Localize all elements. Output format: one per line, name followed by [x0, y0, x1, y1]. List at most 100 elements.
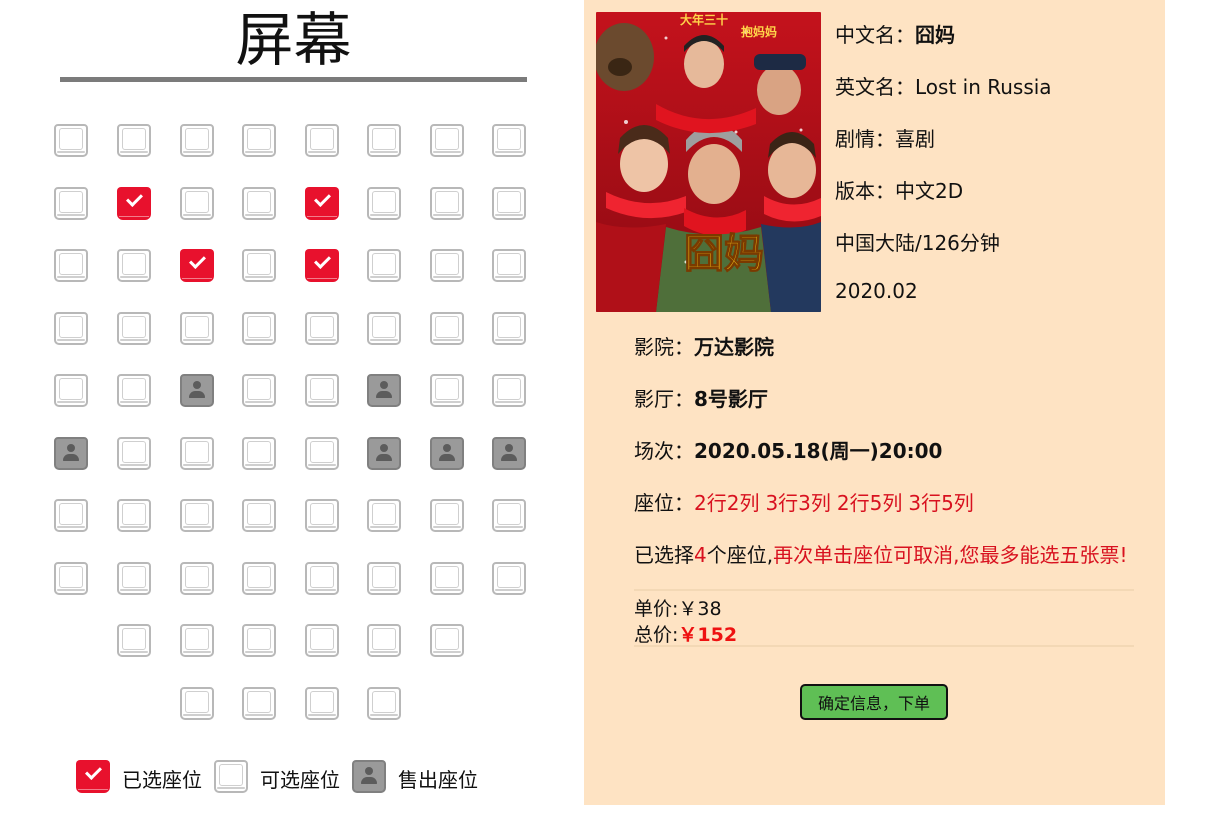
seat-r5-c1-available[interactable]	[54, 374, 88, 407]
seat-r4-c8-available[interactable]	[492, 312, 526, 345]
seat-r3-c6-available[interactable]	[367, 249, 401, 282]
seat-r10-c4-available[interactable]	[242, 687, 276, 720]
seat-r4-c3-available[interactable]	[180, 312, 214, 345]
seat-r1-c8-available[interactable]	[492, 124, 526, 157]
seat-r6-c3-available[interactable]	[180, 437, 214, 470]
selected-seat-2: 3行3列	[765, 491, 831, 515]
seat-r1-c7-available[interactable]	[430, 124, 464, 157]
seat-r6-c6-sold	[367, 437, 401, 470]
seat-r7-c7-available[interactable]	[430, 499, 464, 532]
seat-r9-c3-available[interactable]	[180, 624, 214, 657]
seats-label: 座位：	[634, 491, 694, 515]
seat-r2-c5-selected[interactable]	[305, 187, 339, 220]
seat-r9-c2-available[interactable]	[117, 624, 151, 657]
legend-available-label: 可选座位	[260, 768, 340, 792]
seat-r7-c8-available[interactable]	[492, 499, 526, 532]
seat-r1-c1-available[interactable]	[54, 124, 88, 157]
seat-r3-c4-available[interactable]	[242, 249, 276, 282]
seat-r2-c7-available[interactable]	[430, 187, 464, 220]
english-name-label: 英文名：	[835, 75, 915, 99]
seat-r5-c6-sold	[367, 374, 401, 407]
seat-r4-c5-available[interactable]	[305, 312, 339, 345]
seat-r7-c6-available[interactable]	[367, 499, 401, 532]
seat-r7-c5-available[interactable]	[305, 499, 339, 532]
seat-r8-c1-available[interactable]	[54, 562, 88, 595]
seat-r8-c4-available[interactable]	[242, 562, 276, 595]
seat-r8-c7-available[interactable]	[430, 562, 464, 595]
screen-line	[60, 77, 527, 82]
seat-r7-c4-available[interactable]	[242, 499, 276, 532]
session-label: 场次：	[634, 439, 694, 463]
total-price-label: 总价:	[634, 624, 679, 646]
seat-r3-c7-available[interactable]	[430, 249, 464, 282]
seat-r6-c5-available[interactable]	[305, 437, 339, 470]
movie-poster-image: 囧妈 大年三十 抱妈妈	[596, 12, 821, 312]
selection-count: 4	[694, 543, 707, 567]
total-price-value: ￥152	[678, 624, 738, 646]
seat-r6-c2-available[interactable]	[117, 437, 151, 470]
total-price-row: 总价:￥152	[634, 620, 737, 647]
seat-r2-c3-available[interactable]	[180, 187, 214, 220]
seat-r2-c4-available[interactable]	[242, 187, 276, 220]
seat-r2-c6-available[interactable]	[367, 187, 401, 220]
seat-r5-c8-available[interactable]	[492, 374, 526, 407]
seat-r8-c3-available[interactable]	[180, 562, 214, 595]
seat-r10-c5-available[interactable]	[305, 687, 339, 720]
seat-r8-c6-available[interactable]	[367, 562, 401, 595]
seat-r4-c1-available[interactable]	[54, 312, 88, 345]
seat-r2-c8-available[interactable]	[492, 187, 526, 220]
english-name-value: Lost in Russia	[915, 75, 1052, 99]
seat-r2-c2-selected[interactable]	[117, 187, 151, 220]
seat-r1-c6-available[interactable]	[367, 124, 401, 157]
chinese-name-row: 中文名：囧妈	[835, 19, 955, 48]
seat-r6-c4-available[interactable]	[242, 437, 276, 470]
seat-r3-c1-available[interactable]	[54, 249, 88, 282]
seat-r1-c5-available[interactable]	[305, 124, 339, 157]
price-divider-top	[634, 589, 1134, 591]
seat-r2-c1-available[interactable]	[54, 187, 88, 220]
available-seat-icon	[214, 760, 248, 793]
seat-r8-c8-available[interactable]	[492, 562, 526, 595]
version-row: 版本：中文2D	[835, 175, 963, 204]
seat-r10-c3-available[interactable]	[180, 687, 214, 720]
poster-corner-text: 抱妈妈	[741, 24, 777, 39]
seat-r1-c2-available[interactable]	[117, 124, 151, 157]
seat-r9-c5-available[interactable]	[305, 624, 339, 657]
seat-r3-c3-selected[interactable]	[180, 249, 214, 282]
seat-r3-c2-available[interactable]	[117, 249, 151, 282]
seat-r5-c5-available[interactable]	[305, 374, 339, 407]
seat-r5-c3-sold	[180, 374, 214, 407]
seat-r6-c1-sold	[54, 437, 88, 470]
seat-r9-c7-available[interactable]	[430, 624, 464, 657]
seat-r6-c7-sold	[430, 437, 464, 470]
seat-r9-c6-available[interactable]	[367, 624, 401, 657]
seat-r3-c5-selected[interactable]	[305, 249, 339, 282]
seat-r4-c7-available[interactable]	[430, 312, 464, 345]
seat-r9-c4-available[interactable]	[242, 624, 276, 657]
seat-r5-c4-available[interactable]	[242, 374, 276, 407]
seat-r4-c6-available[interactable]	[367, 312, 401, 345]
seat-r5-c2-available[interactable]	[117, 374, 151, 407]
poster-title: 囧妈	[684, 231, 764, 277]
confirm-order-button[interactable]: 确定信息，下单	[800, 684, 948, 720]
chinese-name-value: 囧妈	[915, 23, 955, 47]
screen-title: 屏幕	[235, 6, 352, 74]
region-duration: 中国大陆/126分钟	[835, 231, 1000, 255]
genre-label: 剧情：	[835, 127, 895, 151]
seat-r10-c6-available[interactable]	[367, 687, 401, 720]
order-info-panel: 囧妈 大年三十 抱妈妈 中文名：囧妈 英文名：Lost in Russia 剧情…	[584, 0, 1165, 805]
seat-r8-c5-available[interactable]	[305, 562, 339, 595]
seat-r4-c2-available[interactable]	[117, 312, 151, 345]
seat-r7-c2-available[interactable]	[117, 499, 151, 532]
selected-seats-row: 座位：2行2列 3行3列 2行5列 3行5列	[634, 487, 980, 516]
seat-r4-c4-available[interactable]	[242, 312, 276, 345]
seat-r5-c7-available[interactable]	[430, 374, 464, 407]
selection-suffix: 个座位,	[706, 543, 774, 567]
seat-r1-c4-available[interactable]	[242, 124, 276, 157]
seat-r1-c3-available[interactable]	[180, 124, 214, 157]
legend-sold-label: 售出座位	[398, 768, 478, 792]
seat-r8-c2-available[interactable]	[117, 562, 151, 595]
seat-r7-c1-available[interactable]	[54, 499, 88, 532]
seat-r3-c8-available[interactable]	[492, 249, 526, 282]
seat-r7-c3-available[interactable]	[180, 499, 214, 532]
